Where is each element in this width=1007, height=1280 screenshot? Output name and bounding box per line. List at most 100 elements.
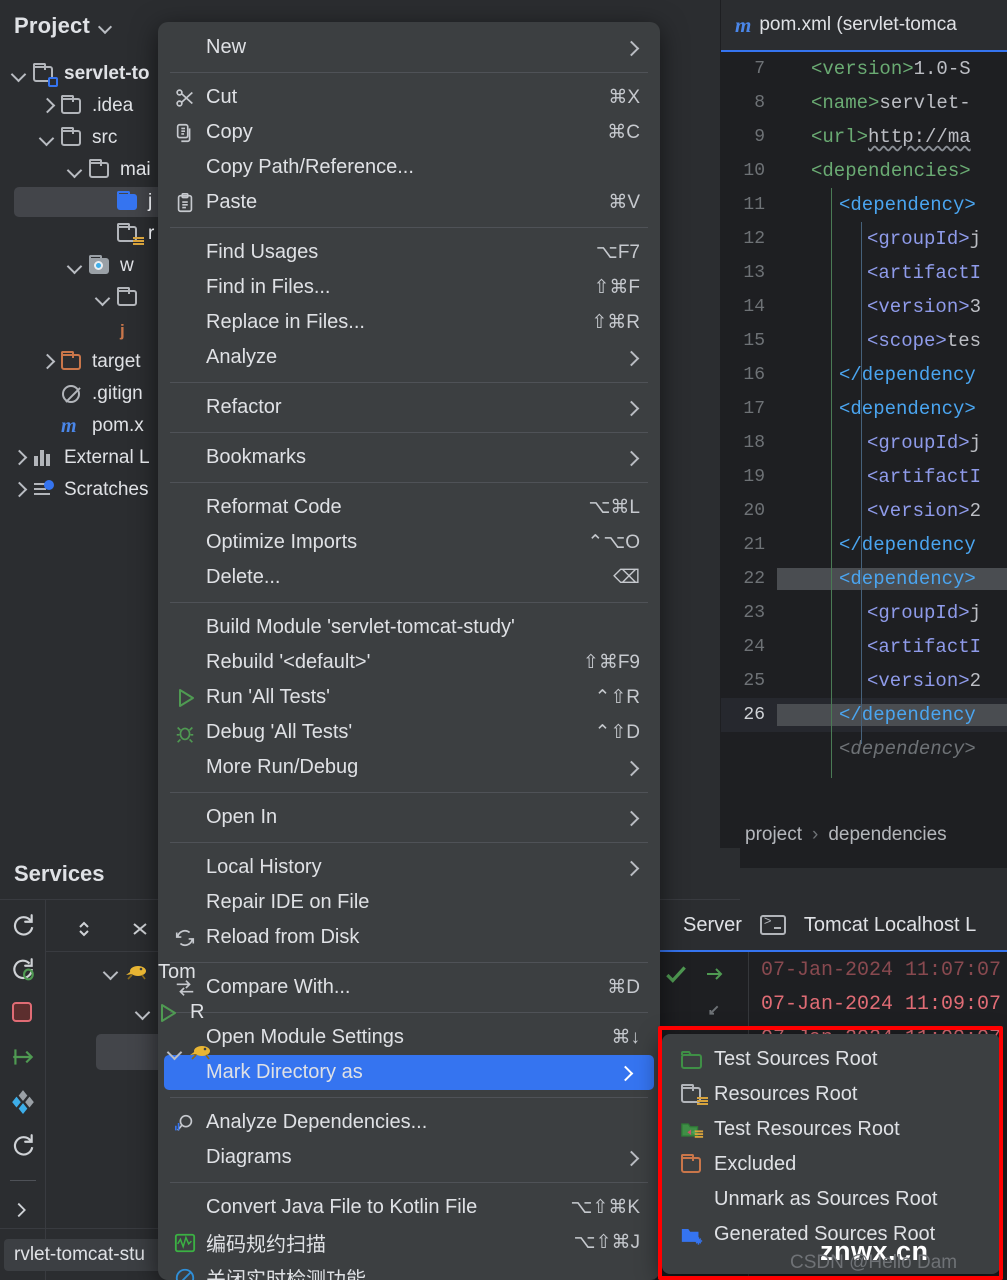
menu-item-shortcut: ⇧⌘F9 bbox=[559, 651, 640, 674]
menu-item[interactable]: Build Module 'servlet-tomcat-study' bbox=[158, 610, 660, 645]
status-chip[interactable]: rvlet-tomcat-stu bbox=[4, 1239, 169, 1271]
menu-item[interactable]: More Run/Debug bbox=[158, 750, 660, 785]
menu-item[interactable]: Copy Path/Reference... bbox=[158, 150, 660, 185]
menu-item[interactable]: Bookmarks bbox=[158, 440, 660, 475]
code-text[interactable]: <dependencies> bbox=[777, 160, 1007, 182]
menu-item[interactable]: Compare With...⌘D bbox=[158, 970, 660, 1005]
code-text[interactable]: <name>servlet- bbox=[777, 92, 1007, 114]
console-tab-server[interactable]: Server bbox=[683, 914, 742, 937]
code-text[interactable]: <artifactI bbox=[777, 262, 1007, 284]
code-text[interactable]: <url>http://ma bbox=[777, 126, 1007, 148]
code-text[interactable]: </dependency bbox=[777, 704, 1007, 726]
diamonds-icon[interactable] bbox=[10, 1088, 36, 1114]
code-text[interactable]: <dependency> bbox=[777, 194, 1007, 216]
menu-item[interactable]: Debug 'All Tests'⌃⇧D bbox=[158, 715, 660, 750]
menu-item[interactable]: Delete...⌫ bbox=[158, 560, 660, 595]
menu-item[interactable]: Local History bbox=[158, 850, 660, 885]
menu-item[interactable]: Repair IDE on File bbox=[158, 885, 660, 920]
menu-item[interactable]: Analyze bbox=[158, 340, 660, 375]
code-text[interactable]: <artifactI bbox=[777, 636, 1007, 658]
deploy-icon[interactable] bbox=[10, 1044, 36, 1070]
project-tree-row-label: Scratches bbox=[64, 479, 148, 501]
expand-arrow-icon[interactable] bbox=[10, 1199, 36, 1225]
menu-item[interactable]: Analyze Dependencies... bbox=[158, 1105, 660, 1140]
submenu-item[interactable]: Unmark as Sources Root bbox=[662, 1182, 1000, 1217]
chevron-down-icon[interactable] bbox=[98, 959, 124, 985]
breadcrumb[interactable]: project › dependencies bbox=[721, 812, 1007, 858]
chevron-down-icon[interactable] bbox=[90, 285, 116, 311]
expand-collapse-icon[interactable] bbox=[72, 917, 98, 943]
menu-item-shortcut: ⌥⇧⌘J bbox=[550, 1231, 640, 1254]
menu-item[interactable]: Run 'All Tests'⌃⇧R bbox=[158, 680, 660, 715]
code-text[interactable]: <dependency> bbox=[777, 568, 1007, 590]
chevron-down-icon[interactable] bbox=[162, 1039, 188, 1065]
analyze-dependencies-icon bbox=[174, 1112, 196, 1134]
menu-item[interactable]: Rebuild '<default>'⇧⌘F9 bbox=[158, 645, 660, 680]
chevron-right-icon[interactable] bbox=[6, 477, 32, 503]
code-text[interactable]: <groupId>j bbox=[777, 602, 1007, 624]
menu-item[interactable]: Cut⌘X bbox=[158, 80, 660, 115]
menu-item[interactable]: Convert Java File to Kotlin File⌥⇧⌘K bbox=[158, 1190, 660, 1225]
code-text[interactable]: <dependency> bbox=[777, 398, 1007, 420]
menu-item[interactable]: 关闭实时检测功能 bbox=[158, 1260, 660, 1280]
console-tab-tomcat-localhost[interactable]: Tomcat Localhost L bbox=[804, 914, 976, 937]
menu-item[interactable]: Mark Directory as bbox=[164, 1055, 654, 1090]
menu-item[interactable]: Paste⌘V bbox=[158, 185, 660, 220]
menu-item[interactable]: Optimize Imports⌃⌥O bbox=[158, 525, 660, 560]
code-text[interactable]: <dependency> bbox=[777, 738, 1007, 760]
code-line: 8<name>servlet- bbox=[721, 86, 1007, 120]
menu-item[interactable]: Refactor bbox=[158, 390, 660, 425]
submenu-item[interactable]: Excluded bbox=[662, 1147, 1000, 1182]
chevron-down-icon[interactable] bbox=[98, 18, 114, 34]
code-text[interactable]: </dependency bbox=[777, 364, 1007, 386]
chevron-down-icon[interactable] bbox=[34, 125, 60, 151]
menu-item[interactable]: Reload from Disk bbox=[158, 920, 660, 955]
refresh-icon[interactable] bbox=[10, 1132, 36, 1158]
menu-item[interactable]: Reformat Code⌥⌘L bbox=[158, 490, 660, 525]
chevron-down-icon[interactable] bbox=[6, 61, 32, 87]
submenu-item[interactable]: Test Resources Root bbox=[662, 1112, 1000, 1147]
chevron-right-icon[interactable] bbox=[34, 349, 60, 375]
code-text[interactable]: <groupId>j bbox=[777, 228, 1007, 250]
menu-item[interactable]: Open Module Settings⌘↓ bbox=[158, 1020, 660, 1055]
menu-item[interactable]: Open In bbox=[158, 800, 660, 835]
menu-item[interactable]: Find Usages⌥F7 bbox=[158, 235, 660, 270]
code-text[interactable]: <version>2 bbox=[777, 500, 1007, 522]
code-text[interactable]: <artifactI bbox=[777, 466, 1007, 488]
menu-item[interactable]: Find in Files...⇧⌘F bbox=[158, 270, 660, 305]
chevron-right-icon[interactable] bbox=[34, 93, 60, 119]
line-number: 15 bbox=[721, 331, 777, 351]
code-text[interactable]: <scope>tes bbox=[777, 330, 1007, 352]
deploy-arrows-icon[interactable] bbox=[703, 962, 727, 991]
breadcrumb-item-project[interactable]: project bbox=[745, 824, 802, 846]
code-text[interactable]: <version>2 bbox=[777, 670, 1007, 692]
submenu-item[interactable]: Resources Root bbox=[662, 1077, 1000, 1112]
debug-rerun-icon[interactable] bbox=[10, 956, 36, 982]
menu-item[interactable]: Copy⌘C bbox=[158, 115, 660, 150]
code-text[interactable]: </dependency bbox=[777, 534, 1007, 556]
run-green-triangle-icon bbox=[156, 1002, 182, 1022]
code-editor[interactable]: 7<version>1.0-S8<name>servlet-9<url>http… bbox=[721, 52, 1007, 812]
stop-icon[interactable] bbox=[10, 1000, 36, 1026]
chevron-right-icon bbox=[624, 400, 640, 416]
line-number: 7 bbox=[721, 59, 777, 79]
rerun-icon[interactable] bbox=[10, 912, 36, 938]
editor-tab[interactable]: m pom.xml (servlet-tomca bbox=[721, 0, 1007, 52]
code-text[interactable]: <version>1.0-S bbox=[777, 58, 1007, 80]
submenu-item[interactable]: Test Sources Root bbox=[662, 1042, 1000, 1077]
chevron-down-icon[interactable] bbox=[62, 157, 88, 183]
menu-item[interactable]: 编码规约扫描⌥⇧⌘J bbox=[158, 1225, 660, 1260]
menu-item[interactable]: New bbox=[158, 30, 660, 65]
menu-item[interactable]: Replace in Files...⇧⌘R bbox=[158, 305, 660, 340]
close-icon[interactable] bbox=[128, 917, 154, 943]
breadcrumb-item-dependencies[interactable]: dependencies bbox=[828, 824, 946, 846]
menu-item[interactable]: Diagrams bbox=[158, 1140, 660, 1175]
code-line: 14<version>3 bbox=[721, 290, 1007, 324]
chevron-right-icon[interactable] bbox=[6, 445, 32, 471]
chevron-down-icon[interactable] bbox=[62, 253, 88, 279]
code-text[interactable]: <groupId>j bbox=[777, 432, 1007, 454]
collapse-arrow-icon[interactable] bbox=[703, 999, 725, 1026]
code-text[interactable]: <version>3 bbox=[777, 296, 1007, 318]
chevron-down-icon[interactable] bbox=[130, 999, 156, 1025]
line-number: 11 bbox=[721, 195, 777, 215]
